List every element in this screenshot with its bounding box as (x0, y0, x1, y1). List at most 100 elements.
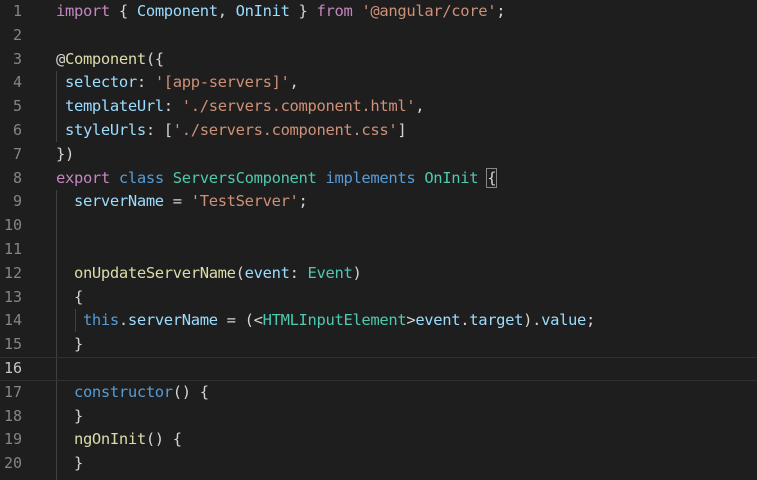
code-token: export (56, 168, 110, 187)
line-number: 5 (12, 97, 22, 116)
code-line[interactable]: 4 selector: '[app-servers]', (0, 71, 757, 95)
code-token: value (541, 311, 587, 330)
code-token: ; (298, 192, 308, 211)
code-line[interactable]: 14 this.serverName = (<HTMLInputElement>… (0, 309, 757, 333)
code-token: . (460, 311, 470, 330)
code-text: serverName = 'TestServer'; (56, 190, 308, 214)
code-token: serverName (127, 311, 218, 330)
line-number: 6 (12, 121, 22, 139)
code-token: from (316, 2, 353, 20)
code-line[interactable]: 6 styleUrls: ['./servers.component.css'] (0, 119, 757, 143)
code-token: : (163, 97, 182, 116)
code-token: './servers.component.html' (181, 97, 416, 116)
code-token: } (289, 2, 317, 20)
code-token: , (415, 97, 425, 116)
code-token: ; (496, 2, 506, 20)
code-token: OnInit (235, 2, 290, 20)
code-line[interactable]: 1 import { Component, OnInit } from '@ang… (0, 0, 757, 24)
code-line[interactable]: 20 } (0, 452, 757, 476)
code-token: } (56, 335, 83, 354)
line-number: 11 (3, 240, 22, 258)
code-token: Component (64, 49, 146, 68)
code-text: } (56, 452, 83, 476)
code-token: }) (56, 144, 74, 163)
code-line[interactable]: 16 (0, 357, 757, 381)
code-token: } (56, 454, 83, 473)
code-text: { (56, 286, 83, 310)
code-token: = (< (217, 311, 263, 330)
code-token: () { (145, 430, 182, 449)
code-token: templateUrl (64, 97, 164, 116)
code-token: this (82, 311, 119, 330)
code-token: './servers.component.css' (172, 121, 398, 139)
code-line[interactable]: 13 { (0, 286, 757, 310)
code-token: . (118, 311, 128, 330)
code-token: ServersComponent (172, 168, 317, 187)
code-token: event (415, 311, 461, 330)
code-token: '@angular/core' (361, 2, 497, 20)
code-text: ngOnInit() { (56, 428, 182, 452)
code-line[interactable]: 11 (0, 238, 757, 262)
line-number: 20 (3, 454, 22, 473)
code-line[interactable]: 5 templateUrl: './servers.component.html… (0, 95, 757, 119)
line-number: 1 (12, 2, 22, 20)
code-token: constructor (73, 382, 173, 401)
code-text: templateUrl: './servers.component.html', (56, 95, 425, 119)
line-number: 7 (12, 144, 22, 163)
code-token: OnInit (424, 168, 479, 187)
code-token: ). (523, 311, 542, 330)
code-token: selector (64, 73, 137, 92)
code-token: = (163, 192, 191, 211)
code-line[interactable]: 12 onUpdateServerName(event: Event) (0, 262, 757, 286)
code-text: export class ServersComponent implements… (56, 167, 498, 191)
line-number: 10 (3, 216, 22, 235)
code-token: () { (172, 382, 209, 401)
code-token: { (56, 287, 83, 306)
code-token: import (56, 2, 110, 20)
code-token: target (469, 311, 524, 330)
code-line[interactable]: 2 (0, 24, 757, 48)
code-token: : (289, 263, 308, 282)
code-token: > (406, 311, 416, 330)
code-line[interactable]: 10 (0, 214, 757, 238)
code-line[interactable]: 18 } (0, 405, 757, 429)
code-text: import { Component, OnInit } from '@angu… (56, 0, 506, 24)
code-token: : (136, 73, 155, 92)
line-number: 14 (3, 311, 22, 330)
code-token: onUpdateServerName (73, 263, 236, 282)
code-text: @Component({ (56, 48, 164, 72)
code-token: ; (586, 311, 596, 330)
code-token: event (244, 263, 290, 282)
code-line[interactable]: 8 export class ServersComponent implement… (0, 167, 757, 191)
code-text: this.serverName = (<HTMLInputElement>eve… (56, 309, 595, 333)
code-token: styleUrls (64, 121, 146, 139)
code-token: ] (397, 121, 407, 139)
code-line[interactable]: 19 ngOnInit() { (0, 428, 757, 452)
code-token: Event (307, 263, 353, 282)
line-number: 18 (3, 406, 22, 425)
code-line[interactable]: 9 serverName = 'TestServer'; (0, 190, 757, 214)
line-number: 16 (3, 359, 22, 377)
code-text: constructor() { (56, 381, 209, 405)
code-token: : [ (145, 121, 173, 139)
code-token: ( (235, 263, 245, 282)
code-text: }) (56, 143, 74, 167)
code-token: ({ (145, 49, 164, 68)
code-token: , (289, 73, 299, 92)
code-line[interactable]: 3 @Component({ (0, 48, 757, 72)
matched-bracket: { (486, 167, 498, 188)
code-line[interactable]: 17 constructor() { (0, 381, 757, 405)
code-token: ngOnInit (73, 430, 146, 449)
code-editor[interactable]: 1 import { Component, OnInit } from '@ang… (0, 0, 757, 480)
code-token: @ (56, 49, 65, 68)
code-line[interactable]: 7}) (0, 143, 757, 167)
code-line[interactable]: 15 } (0, 333, 757, 357)
